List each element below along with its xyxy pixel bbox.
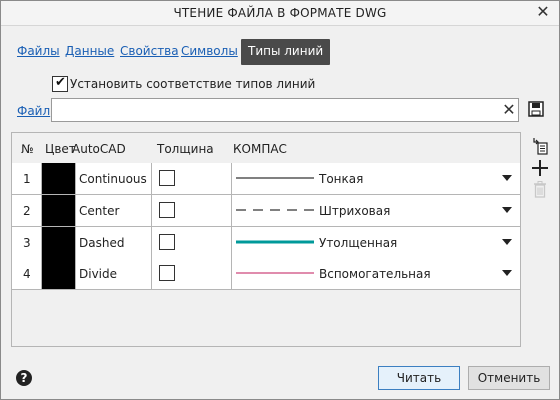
delete-icon[interactable] — [529, 178, 551, 200]
row-number: 4 — [23, 267, 31, 281]
kompas-linetype: Вспомогательная — [319, 267, 431, 281]
kompas-linetype-dropdown[interactable]: Тонкая — [232, 163, 520, 194]
cancel-button[interactable]: Отменить — [468, 366, 550, 390]
file-link[interactable]: Файл — [17, 104, 50, 118]
thickness-checkbox[interactable] — [159, 170, 175, 186]
autocad-name-cell: Center — [76, 195, 152, 226]
dropdown-arrow-icon — [502, 239, 512, 245]
table-row[interactable]: 4 Divide Вспомогательная — [12, 258, 520, 290]
save-icon[interactable] — [528, 101, 544, 120]
table-row[interactable]: 2 Center Штриховая — [12, 195, 520, 227]
header-thickness: Толщина — [157, 142, 214, 156]
autocad-linetype: Continuous — [79, 172, 147, 186]
tab-symbols[interactable]: Символы — [181, 44, 238, 58]
header-autocad: AutoCAD — [72, 142, 126, 156]
linestyle-preview-icon — [236, 177, 314, 179]
thickness-cell — [152, 227, 232, 258]
autocad-name-cell: Continuous — [76, 163, 152, 194]
autocad-name-cell: Dashed — [76, 227, 152, 258]
import-linetype-icon[interactable] — [529, 135, 551, 157]
dropdown-arrow-icon — [502, 207, 512, 213]
thickness-checkbox[interactable] — [159, 234, 175, 250]
kompas-linetype: Штриховая — [319, 204, 391, 218]
thickness-checkbox[interactable] — [159, 265, 175, 281]
tab-files[interactable]: Файлы — [17, 44, 60, 58]
row-number: 2 — [23, 204, 31, 218]
table-row[interactable]: 3 Dashed Утолщенная — [12, 227, 520, 259]
color-swatch[interactable] — [42, 195, 76, 226]
color-swatch[interactable] — [42, 258, 76, 289]
header-kompas: КОМПАС — [233, 142, 287, 156]
window-title: ЧТЕНИЕ ФАЙЛА В ФОРМАТЕ DWG — [173, 6, 387, 20]
autocad-linetype: Divide — [79, 267, 118, 281]
header-num: № — [21, 142, 34, 156]
kompas-linetype-dropdown[interactable]: Вспомогательная — [232, 258, 520, 289]
thickness-cell — [152, 195, 232, 226]
thickness-checkbox[interactable] — [159, 202, 175, 218]
color-swatch[interactable] — [42, 163, 76, 194]
title-bar: ЧТЕНИЕ ФАЙЛА В ФОРМАТЕ DWG ✕ — [1, 1, 559, 26]
row-number-cell: 2 — [12, 195, 42, 226]
kompas-linetype: Тонкая — [319, 172, 364, 186]
kompas-linetype: Утолщенная — [319, 236, 398, 250]
linestyle-preview-icon — [236, 240, 314, 244]
dropdown-arrow-icon — [502, 270, 512, 276]
row-number-cell: 3 — [12, 227, 42, 258]
thickness-cell — [152, 258, 232, 289]
match-linetypes-checkbox[interactable]: ✔ — [52, 76, 68, 92]
add-icon[interactable] — [529, 157, 551, 179]
tab-linetypes[interactable]: Типы линий — [241, 39, 331, 65]
color-swatch[interactable] — [42, 227, 76, 258]
checkmark-icon: ✔ — [55, 75, 66, 90]
tab-properties[interactable]: Свойства — [120, 44, 179, 58]
row-number-cell: 4 — [12, 258, 42, 289]
linestyle-preview-icon — [236, 272, 314, 274]
autocad-linetype: Dashed — [79, 236, 125, 250]
linetype-table: № Цвет AutoCAD Толщина КОМПАС 1 Continuo… — [11, 132, 521, 347]
dialog-window: ЧТЕНИЕ ФАЙЛА В ФОРМАТЕ DWG ✕ Файлы Данны… — [0, 0, 560, 400]
row-number: 3 — [23, 236, 31, 250]
autocad-linetype: Center — [79, 204, 120, 218]
linestyle-preview-icon — [236, 209, 314, 211]
thickness-cell — [152, 163, 232, 194]
read-button[interactable]: Читать — [378, 366, 460, 390]
autocad-name-cell: Divide — [76, 258, 152, 289]
help-icon[interactable]: ? — [16, 370, 32, 386]
clear-icon[interactable]: ✕ — [498, 98, 520, 122]
tab-data[interactable]: Данные — [65, 44, 114, 58]
table-row[interactable]: 1 Continuous Тонкая — [12, 163, 520, 195]
kompas-linetype-dropdown[interactable]: Утолщенная — [232, 227, 520, 258]
close-icon[interactable]: ✕ — [535, 4, 551, 20]
row-number-cell: 1 — [12, 163, 42, 194]
dropdown-arrow-icon — [502, 175, 512, 181]
row-number: 1 — [23, 172, 31, 186]
file-path-field[interactable] — [51, 98, 519, 122]
match-linetypes-label: Установить соответствие типов линий — [70, 77, 316, 91]
table-header: № Цвет AutoCAD Толщина КОМПАС — [12, 133, 520, 164]
kompas-linetype-dropdown[interactable]: Штриховая — [232, 195, 520, 226]
